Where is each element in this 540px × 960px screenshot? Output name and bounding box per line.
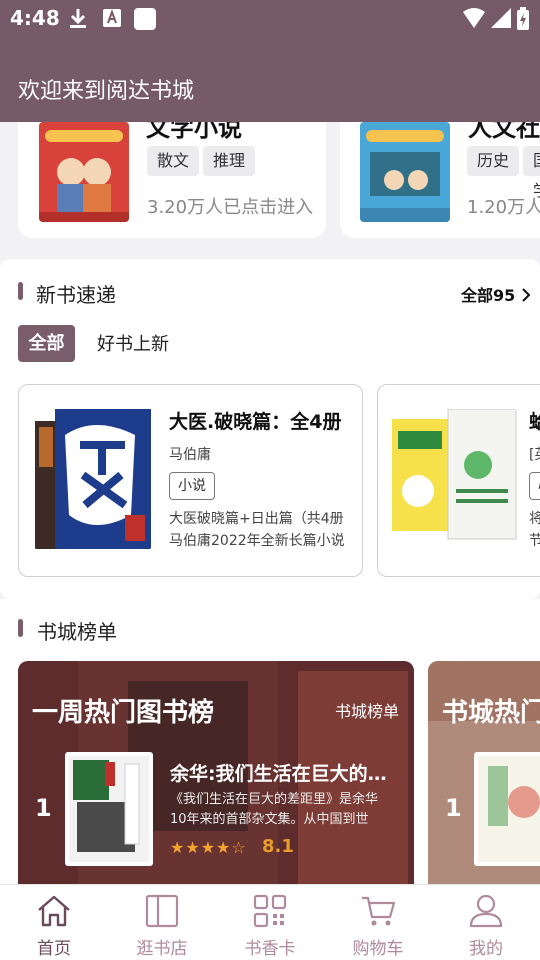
signal-icon bbox=[491, 8, 511, 28]
book-description: 大医破晓篇+日出篇（共4册 马伯庸2022年全新长篇小说 bbox=[169, 511, 345, 549]
category-title: 人文社科 bbox=[468, 122, 540, 142]
rank-number: 1 bbox=[445, 794, 462, 822]
ranking-link[interactable]: 书城榜单 bbox=[335, 698, 399, 722]
book-description: 将 节 bbox=[529, 508, 540, 552]
nav-label: 我的 bbox=[469, 939, 503, 959]
qr-card-icon bbox=[253, 894, 287, 928]
status-bar: 4:48 bbox=[0, 0, 540, 38]
ranking-book-description: 《我们生活在巨大的差距里》是余华10年来的首部杂文集。从中国到世界，从现实到文学 bbox=[170, 792, 379, 827]
user-icon bbox=[469, 894, 503, 928]
category-tag[interactable]: 推理 bbox=[203, 146, 256, 176]
home-icon bbox=[38, 895, 70, 927]
category-cover bbox=[360, 122, 450, 222]
book-title: 大医.破晓篇：全4册 bbox=[169, 411, 342, 433]
nav-bookstore[interactable]: 逛书店 bbox=[108, 885, 216, 960]
click-count: 3.20万人已点击进入 bbox=[147, 197, 314, 218]
nav-label: 购物车 bbox=[352, 939, 404, 959]
new-book-card[interactable]: 蛤蟆先生去看心理医生 [英 心 将 节 bbox=[377, 384, 540, 577]
book-icon bbox=[145, 894, 179, 928]
nav-home[interactable]: 首页 bbox=[0, 885, 108, 960]
battery-icon bbox=[517, 7, 529, 30]
bottom-navigation: 首页 逛书店 书香卡 购物车 我的 bbox=[0, 884, 540, 960]
app-bar: 4:48 欢迎来到阅达书城 bbox=[0, 0, 540, 122]
star-rating: ★★★★☆ bbox=[170, 838, 247, 857]
nav-book-card[interactable]: 书香卡 bbox=[216, 885, 324, 960]
book-author: 马伯庸 bbox=[169, 447, 211, 463]
view-all-button[interactable]: 全部95 bbox=[461, 282, 531, 306]
category-title: 文字小说 bbox=[146, 122, 242, 142]
section-title: 书城榜单 bbox=[37, 620, 117, 644]
section-title: 新书速递 bbox=[36, 283, 116, 307]
app-title: 欢迎来到阅达书城 bbox=[18, 79, 195, 104]
ranking-book-title: 余华:我们生活在巨大的差距里 bbox=[170, 763, 398, 785]
home-content[interactable]: 文字小说 散文 推理 3.20万人已点击进入 人文社科 bbox=[0, 122, 540, 884]
nav-label: 首页 bbox=[37, 939, 71, 959]
book-tag[interactable]: 心 bbox=[529, 472, 540, 500]
category-card[interactable]: 人文社科 历史 国学 1.20万人已点击进入 bbox=[340, 122, 540, 238]
category-card[interactable]: 文字小说 散文 推理 3.20万人已点击进入 bbox=[18, 122, 326, 238]
book-cover bbox=[35, 405, 151, 551]
book-cover bbox=[65, 752, 153, 866]
nav-cart[interactable]: 购物车 bbox=[324, 885, 432, 960]
notification-square-icon bbox=[134, 8, 156, 30]
tab-new-arrivals[interactable]: 好书上新 bbox=[97, 330, 169, 356]
wifi-icon bbox=[463, 8, 485, 28]
book-author: [英 bbox=[529, 447, 540, 463]
click-count: 1.20万人已点击进入 bbox=[467, 197, 540, 218]
category-tag[interactable]: 历史 bbox=[467, 146, 520, 176]
rating-score: 8.1 bbox=[262, 836, 294, 857]
section-accent bbox=[18, 282, 23, 300]
cart-icon bbox=[362, 896, 396, 926]
book-cover bbox=[474, 752, 540, 866]
ranking-card[interactable]: 一周热门图书榜 书城榜单 1 余华:我们生活在巨大的差距里 《我们生活在巨大的差… bbox=[18, 661, 414, 884]
book-tag[interactable]: 小说 bbox=[169, 472, 215, 500]
download-icon bbox=[70, 9, 86, 28]
category-tag[interactable]: 国学 bbox=[523, 146, 540, 200]
book-title: 蛤蟆先生去看心理医生 bbox=[529, 407, 540, 434]
section-accent bbox=[18, 619, 23, 637]
ranking-card[interactable]: 书城热门 1 bbox=[428, 661, 540, 884]
ranking-title: 一周热门图书榜 bbox=[32, 698, 215, 728]
nav-label: 书香卡 bbox=[244, 939, 296, 959]
translate-icon bbox=[103, 9, 121, 27]
tab-all[interactable]: 全部 bbox=[18, 325, 75, 362]
status-time: 4:48 bbox=[10, 6, 60, 30]
view-all-label: 全部95 bbox=[461, 286, 516, 305]
nav-label: 逛书店 bbox=[136, 939, 188, 959]
nav-profile[interactable]: 我的 bbox=[432, 885, 540, 960]
category-cover bbox=[39, 122, 129, 222]
new-book-card[interactable]: 大医.破晓篇：全4册 马伯庸 小说 大医破晓篇+日出篇（共4册 马伯庸2022年… bbox=[18, 384, 363, 577]
rank-number: 1 bbox=[35, 794, 52, 822]
chevron-right-icon bbox=[522, 288, 531, 302]
book-cover bbox=[392, 409, 518, 551]
category-tag[interactable]: 散文 bbox=[147, 146, 200, 176]
ranking-title: 书城热门 bbox=[442, 698, 540, 728]
